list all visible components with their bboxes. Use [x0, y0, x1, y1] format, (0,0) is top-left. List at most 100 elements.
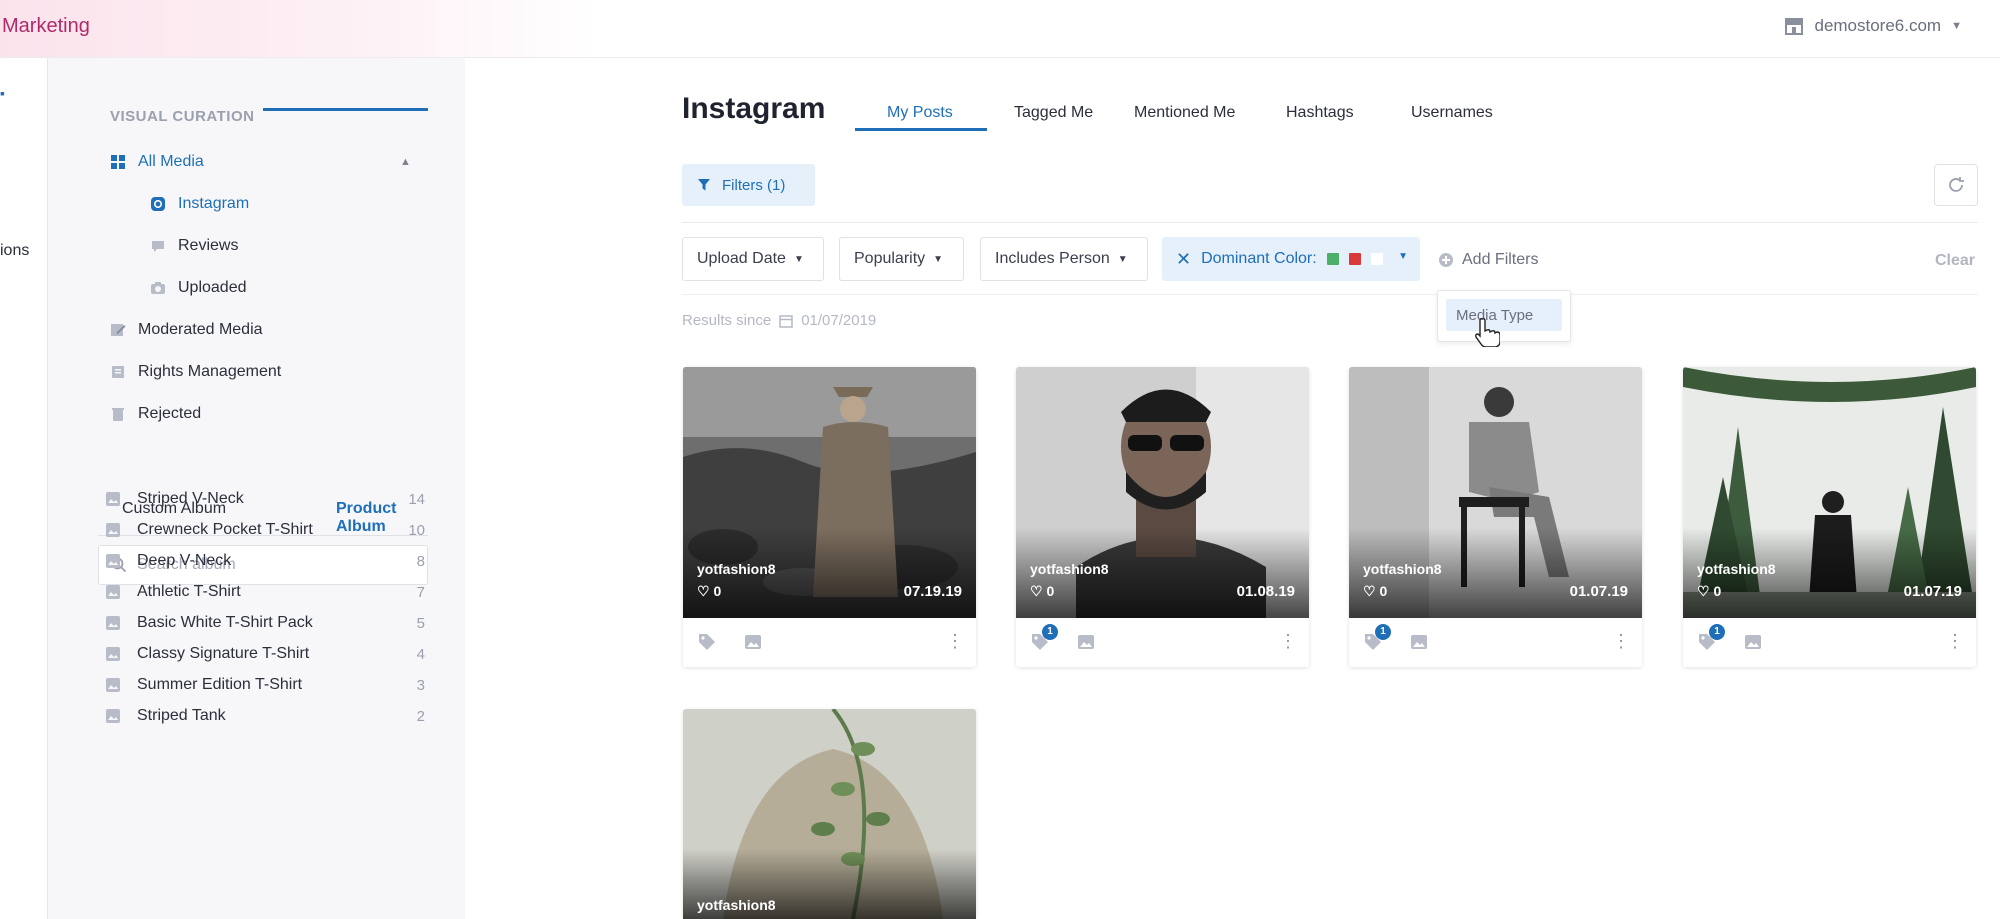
sidebar-item-label: Rejected	[138, 405, 202, 422]
sidebar-item-all-media[interactable]: All Media	[110, 153, 204, 171]
rail-marker-icon: ▪	[0, 85, 5, 101]
image-icon[interactable]	[1743, 632, 1763, 652]
more-options-icon[interactable]: ⋮	[1279, 632, 1297, 650]
tag-icon[interactable]	[697, 632, 717, 652]
tag-count-badge: 1	[1042, 624, 1058, 640]
post-image[interactable]: yotfashion8	[683, 709, 976, 919]
post-card-footer: ⋮	[683, 618, 976, 667]
sidebar: VISUAL CURATION All Media ▲ Instagram Re…	[48, 58, 465, 919]
sidebar-item-label: Reviews	[178, 237, 239, 254]
post-date: 07.19.19	[903, 583, 962, 600]
more-options-icon[interactable]: ⋮	[1946, 632, 1964, 650]
post-image[interactable]: yotfashion8 ♡ 0 07.19.19	[683, 367, 976, 618]
active-tab-indicator	[855, 128, 987, 131]
post-card[interactable]: yotfashion8	[683, 709, 976, 919]
album-list-item[interactable]: Deep V-Neck 8	[105, 549, 425, 573]
album-list-item[interactable]: Striped Tank 2	[105, 704, 425, 728]
post-card[interactable]: yotfashion8 ♡ 0 01.07.19 1 ⋮	[1349, 367, 1642, 667]
filter-chip-label: Upload Date	[697, 250, 786, 267]
remove-filter-icon[interactable]: ✕	[1176, 249, 1191, 270]
likes-count: 0	[713, 583, 722, 599]
album-count: 8	[416, 552, 425, 570]
post-card[interactable]: yotfashion8 ♡ 0 07.19.19 ⋮	[683, 367, 976, 667]
chevron-up-icon[interactable]: ▲	[400, 156, 411, 168]
album-name: Crewneck Pocket T-Shirt	[137, 521, 313, 538]
post-image[interactable]: yotfashion8 ♡ 0 01.08.19	[1016, 367, 1309, 618]
tab-mentioned-me[interactable]: Mentioned Me	[1134, 104, 1235, 122]
album-count: 10	[408, 521, 425, 539]
more-options-icon[interactable]: ⋮	[1612, 632, 1630, 650]
tab-hashtags[interactable]: Hashtags	[1286, 104, 1354, 122]
album-count: 14	[408, 490, 425, 508]
add-filters-label: Add Filters	[1462, 251, 1539, 268]
filter-upload-date[interactable]: Upload Date ▼	[682, 237, 824, 281]
album-icon	[106, 616, 120, 630]
album-list-item[interactable]: Crewneck Pocket T-Shirt 10	[105, 518, 425, 542]
color-swatch-white	[1370, 253, 1383, 265]
tab-usernames[interactable]: Usernames	[1411, 104, 1493, 122]
tag-count-badge: 1	[1375, 624, 1391, 640]
album-name: Deep V-Neck	[137, 552, 232, 569]
album-icon	[106, 554, 120, 568]
filters-button-label: Filters (1)	[722, 176, 786, 194]
post-date: 01.07.19	[1903, 583, 1962, 600]
chevron-down-icon[interactable]: ▼	[1398, 251, 1408, 262]
results-since: Results since 01/07/2019	[682, 312, 876, 329]
add-filters-button[interactable]: Add Filters	[1438, 251, 1538, 269]
chevron-down-icon: ▼	[933, 253, 944, 265]
more-options-icon[interactable]: ⋮	[946, 632, 964, 650]
sidebar-item-reviews[interactable]: Reviews	[150, 237, 238, 255]
edit-icon	[111, 324, 126, 336]
left-rail: ▪ ions	[0, 58, 48, 919]
album-list-item[interactable]: Summer Edition T-Shirt 3	[105, 673, 425, 697]
camera-icon	[151, 282, 165, 294]
album-list-item[interactable]: Striped V-Neck 14	[105, 487, 425, 511]
filters-button[interactable]: Filters (1)	[682, 164, 815, 206]
sidebar-item-label: All Media	[138, 153, 204, 170]
album-count: 7	[416, 583, 425, 601]
clear-filters-link[interactable]: Clear	[1935, 252, 1975, 270]
filter-popularity[interactable]: Popularity ▼	[839, 237, 964, 281]
post-card[interactable]: yotfashion8 ♡ 0 01.07.19 1 ⋮	[1683, 367, 1976, 667]
sidebar-item-instagram[interactable]: Instagram	[150, 195, 249, 213]
post-username: yotfashion8	[1363, 561, 1442, 577]
post-date: 01.08.19	[1236, 583, 1295, 600]
post-image[interactable]: yotfashion8 ♡ 0 01.07.19	[1349, 367, 1642, 618]
chevron-down-icon: ▼	[1951, 20, 1962, 32]
filter-chip-label: Includes Person	[995, 250, 1110, 267]
album-name: Classy Signature T-Shirt	[137, 645, 310, 662]
store-switcher[interactable]: demostore6.com ▼	[1784, 16, 1962, 36]
heart-icon: ♡	[1697, 583, 1710, 599]
dropdown-option-media-type[interactable]: Media Type	[1446, 299, 1562, 331]
post-card[interactable]: yotfashion8 ♡ 0 01.08.19 1 ⋮	[1016, 367, 1309, 667]
tab-my-posts[interactable]: My Posts	[887, 104, 953, 122]
refresh-button[interactable]	[1934, 164, 1978, 206]
results-since-date[interactable]: 01/07/2019	[801, 312, 876, 329]
filter-chip-label: Dominant Color:	[1201, 250, 1317, 267]
sidebar-item-moderated-media[interactable]: Moderated Media	[110, 321, 263, 339]
top-header: Marketing demostore6.com ▼	[0, 0, 2000, 58]
album-list-item[interactable]: Classy Signature T-Shirt 4	[105, 642, 425, 666]
sidebar-item-rejected[interactable]: Rejected	[110, 405, 201, 423]
post-image[interactable]: yotfashion8 ♡ 0 01.07.19	[1683, 367, 1976, 618]
post-likes: ♡ 0	[1363, 583, 1387, 600]
album-icon	[106, 647, 120, 661]
image-icon[interactable]	[1409, 632, 1429, 652]
refresh-icon	[1949, 177, 1964, 192]
album-name: Athletic T-Shirt	[137, 583, 241, 600]
image-icon[interactable]	[1076, 632, 1096, 652]
divider	[682, 294, 1978, 295]
hand-cursor-icon	[1475, 318, 1500, 347]
post-likes: ♡ 0	[1697, 583, 1721, 600]
rail-nav-label[interactable]: ions	[0, 242, 29, 260]
album-icon	[106, 523, 120, 537]
sidebar-item-rights-management[interactable]: Rights Management	[110, 363, 281, 381]
tab-tagged-me[interactable]: Tagged Me	[1014, 104, 1093, 122]
album-list-item[interactable]: Basic White T-Shirt Pack 5	[105, 611, 425, 635]
results-since-label: Results since	[682, 312, 772, 329]
filter-includes-person[interactable]: Includes Person ▼	[980, 237, 1148, 281]
image-icon[interactable]	[743, 632, 763, 652]
sidebar-item-uploaded[interactable]: Uploaded	[150, 279, 247, 297]
album-list-item[interactable]: Athletic T-Shirt 7	[105, 580, 425, 604]
filter-dominant-color[interactable]: ✕ Dominant Color: ▼	[1162, 237, 1420, 281]
